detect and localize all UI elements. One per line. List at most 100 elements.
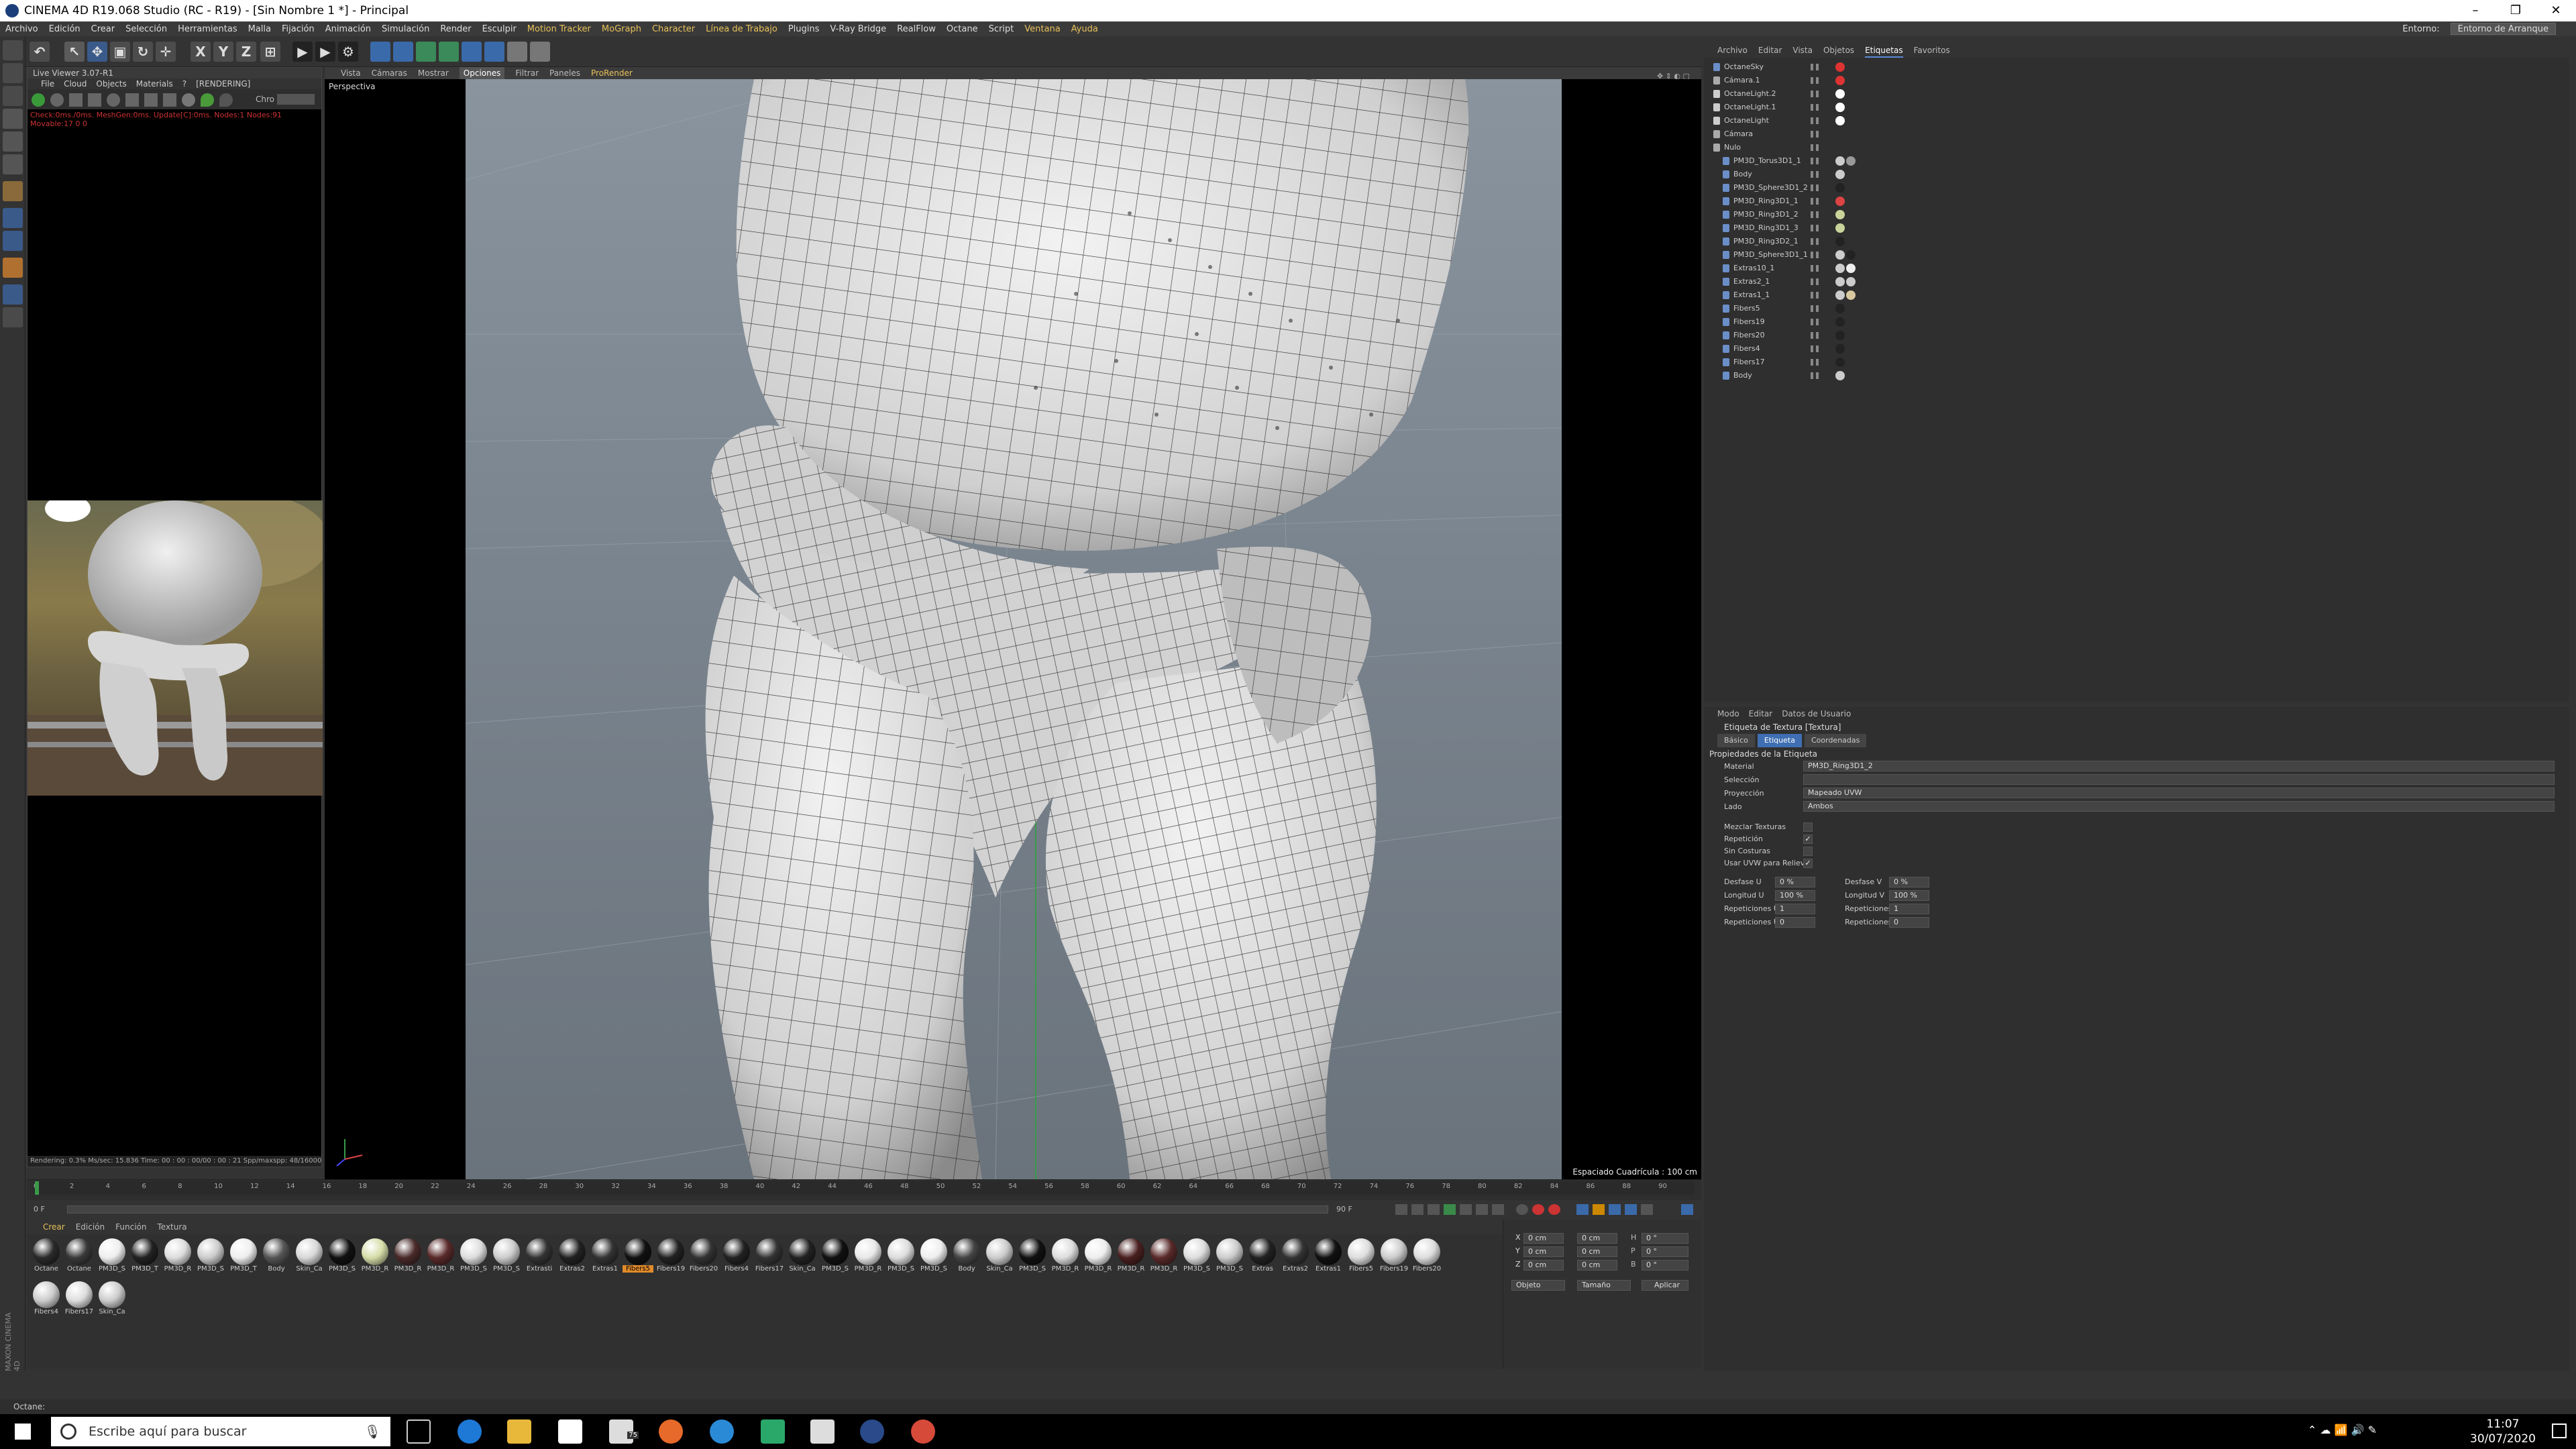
layout-dropdown[interactable]: Entorno de Arranque: [2450, 23, 2556, 35]
snap-icon[interactable]: [3, 181, 23, 201]
mail-icon[interactable]: 75: [609, 1419, 639, 1444]
viewport-menu-3[interactable]: Opciones: [459, 67, 505, 79]
lv-menu-cloud[interactable]: Cloud: [64, 78, 87, 89]
checkbox[interactable]: [1803, 847, 1813, 856]
attr-menu-mode[interactable]: Modo: [1717, 707, 1739, 720]
side-dropdown[interactable]: Ambos: [1803, 801, 2555, 812]
material-swatch[interactable]: PM3D_R: [425, 1238, 456, 1281]
object-menu-3[interactable]: Objetos: [1823, 43, 1854, 58]
object-row[interactable]: PM3D_Ring3D2_1: [1704, 235, 2569, 248]
viewport-menu-1[interactable]: Cámaras: [372, 67, 407, 79]
material-swatch[interactable]: Fibers5: [623, 1238, 653, 1281]
visibility-dots[interactable]: [1811, 359, 1824, 366]
object-name[interactable]: Fibers19: [1733, 315, 1765, 329]
checkbox[interactable]: ✓: [1803, 859, 1813, 868]
cube-icon[interactable]: [370, 42, 390, 62]
visibility-dots[interactable]: [1811, 319, 1824, 325]
key-pla-icon[interactable]: [1641, 1204, 1653, 1215]
menu-7[interactable]: Animación: [320, 24, 376, 34]
object-row[interactable]: Body: [1704, 168, 2569, 181]
material-swatch[interactable]: Fibers20: [688, 1238, 719, 1281]
viewport-menu-4[interactable]: Filtrar: [515, 67, 539, 79]
viewport-camera-label[interactable]: Perspectiva: [329, 82, 375, 91]
pos-y-field[interactable]: 0 cm: [1523, 1246, 1564, 1257]
tweak-mode-icon[interactable]: [3, 258, 23, 278]
menu-20[interactable]: Ventana: [1019, 24, 1065, 34]
visibility-dots[interactable]: [1811, 225, 1824, 231]
uv-field[interactable]: 100 %: [1889, 890, 1929, 901]
object-row[interactable]: OctaneLight.2: [1704, 87, 2569, 101]
material-swatch[interactable]: PM3D_S: [1214, 1238, 1245, 1281]
material-swatch[interactable]: PM3D_R: [1050, 1238, 1081, 1281]
pen-spline-icon[interactable]: [393, 42, 413, 62]
object-menu-2[interactable]: Vista: [1792, 43, 1813, 58]
rot-b-field[interactable]: 0 °: [1642, 1260, 1688, 1271]
uv-field[interactable]: 0: [1889, 917, 1929, 928]
object-row[interactable]: Fibers4: [1704, 342, 2569, 356]
visibility-dots[interactable]: [1811, 91, 1824, 97]
transform-tool-icon[interactable]: ✛: [156, 42, 176, 62]
maximize-button[interactable]: ❐: [2496, 0, 2536, 21]
visibility-dots[interactable]: [1811, 372, 1824, 379]
material-swatch[interactable]: PM3D_S: [327, 1238, 358, 1281]
material-swatch[interactable]: PM3D_S: [918, 1238, 949, 1281]
material-swatch[interactable]: PM3D_T: [228, 1238, 259, 1281]
object-name[interactable]: PM3D_Ring3D2_1: [1733, 235, 1799, 248]
visibility-dots[interactable]: [1811, 117, 1824, 124]
notifications-icon[interactable]: [2552, 1424, 2567, 1438]
menu-17[interactable]: RealFlow: [892, 24, 941, 34]
texture-tag-icon[interactable]: [1835, 116, 1845, 125]
pos-x-field[interactable]: 0 cm: [1523, 1233, 1564, 1244]
light-icon[interactable]: [530, 42, 550, 62]
cinema4d-taskbar-icon[interactable]: [860, 1419, 884, 1444]
undo-icon[interactable]: ↶: [30, 42, 50, 62]
visibility-dots[interactable]: [1811, 198, 1824, 205]
object-name[interactable]: Body: [1733, 168, 1752, 181]
file-explorer-icon[interactable]: [507, 1419, 531, 1444]
material-swatch[interactable]: Skin_Ca: [787, 1238, 818, 1281]
material-swatch[interactable]: Fibers17: [754, 1238, 785, 1281]
object-row[interactable]: Extras10_1: [1704, 262, 2569, 275]
object-name[interactable]: Extras2_1: [1733, 275, 1770, 288]
material-picker-icon[interactable]: [182, 93, 195, 107]
coordinate-system-icon[interactable]: ⊞: [260, 42, 280, 62]
visibility-dots[interactable]: [1811, 238, 1824, 245]
lv-menu-objects[interactable]: Objects: [96, 78, 126, 89]
attr-tab-0[interactable]: Básico: [1717, 734, 1755, 747]
texture-tag-icon[interactable]: [1835, 358, 1845, 367]
taskbar-clock[interactable]: 11:07 30/07/2020: [2470, 1417, 2536, 1446]
material-swatch[interactable]: Extras1: [1313, 1238, 1344, 1281]
texture-tag-icon[interactable]: [1835, 277, 1845, 286]
object-row[interactable]: Fibers20: [1704, 329, 2569, 342]
visibility-dots[interactable]: [1811, 171, 1824, 178]
object-row[interactable]: OctaneLight.1: [1704, 101, 2569, 114]
key-param-icon[interactable]: [1625, 1204, 1637, 1215]
z-axis-button[interactable]: Z: [236, 42, 256, 62]
attr-menu-userdata[interactable]: Datos de Usuario: [1782, 707, 1851, 720]
record-icon[interactable]: [1532, 1204, 1544, 1215]
settings-icon[interactable]: [107, 93, 120, 107]
object-row[interactable]: Fibers5: [1704, 302, 2569, 315]
attr-menu-edit[interactable]: Editar: [1749, 707, 1773, 720]
mat-menu-texture[interactable]: Textura: [157, 1220, 186, 1234]
material-swatch[interactable]: Body: [261, 1238, 292, 1281]
object-row[interactable]: Extras2_1: [1704, 275, 2569, 288]
size-z-field[interactable]: 0 cm: [1577, 1260, 1617, 1271]
material-swatch[interactable]: Body: [951, 1238, 982, 1281]
tray-icons[interactable]: ⌃ ☁ 📶 🔊 ✎: [2308, 1424, 2377, 1436]
object-menu-4[interactable]: Etiquetas: [1865, 43, 1903, 58]
render-settings-icon[interactable]: ⚙: [338, 42, 358, 62]
material-swatch[interactable]: Extras2: [1280, 1238, 1311, 1281]
record-keys-icon[interactable]: [1516, 1204, 1528, 1215]
texture-tag-icon[interactable]: [1835, 331, 1845, 340]
lv-menu-file[interactable]: File: [41, 78, 54, 89]
material-swatch[interactable]: Extras2: [557, 1238, 588, 1281]
camera-icon[interactable]: [507, 42, 527, 62]
render-view-icon[interactable]: ▶: [292, 42, 313, 62]
texture-tag-icon[interactable]: [1835, 156, 1845, 166]
model-mode-icon[interactable]: [3, 40, 23, 60]
object-row[interactable]: PM3D_Sphere3D1_1: [1704, 248, 2569, 262]
material-swatch[interactable]: Octane: [64, 1238, 95, 1281]
texture-tag-icon[interactable]: [1846, 156, 1856, 166]
object-row[interactable]: PM3D_Ring3D1_1: [1704, 195, 2569, 208]
